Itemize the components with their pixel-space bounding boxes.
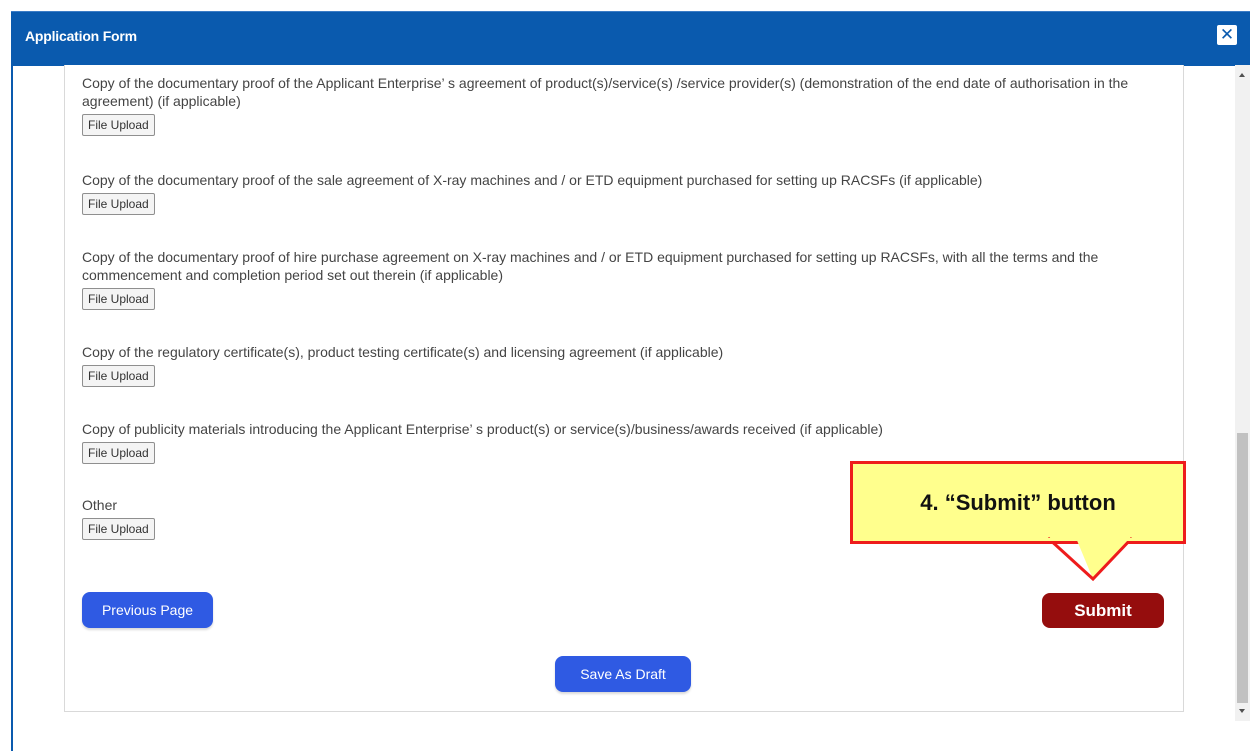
submit-callout: 4. “Submit” button xyxy=(850,461,1186,544)
submit-button[interactable]: Submit xyxy=(1042,593,1164,628)
doc-label: Copy of the documentary proof of hire pu… xyxy=(82,249,1099,283)
title-bar: Application Form ✕ xyxy=(11,11,1250,66)
save-as-draft-button[interactable]: Save As Draft xyxy=(555,656,691,692)
left-frame-edge xyxy=(11,65,13,751)
doc-item-agreement: Copy of the documentary proof of the App… xyxy=(82,74,1162,136)
doc-item-regulatory-certificate: Copy of the regulatory certificate(s), p… xyxy=(82,343,1162,387)
form-panel xyxy=(64,65,1184,712)
file-upload-button[interactable]: File Upload xyxy=(82,114,155,136)
doc-item-sale-agreement: Copy of the documentary proof of the sal… xyxy=(82,171,1162,215)
scroll-up-icon[interactable] xyxy=(1239,73,1245,77)
close-icon: ✕ xyxy=(1219,25,1235,45)
file-upload-button[interactable]: File Upload xyxy=(82,288,155,310)
callout-text: 4. “Submit” button xyxy=(920,490,1116,515)
file-upload-button[interactable]: File Upload xyxy=(82,365,155,387)
doc-label: Copy of the regulatory certificate(s), p… xyxy=(82,344,724,360)
file-upload-button[interactable]: File Upload xyxy=(82,193,155,215)
application-form-window: Application Form ✕ Copy of the documenta… xyxy=(0,0,1250,751)
file-upload-button[interactable]: File Upload xyxy=(82,518,155,540)
window-title: Application Form xyxy=(25,28,137,44)
close-button[interactable]: ✕ xyxy=(1217,25,1237,45)
doc-label: Copy of publicity materials introducing … xyxy=(82,421,883,437)
doc-label: Copy of the documentary proof of the sal… xyxy=(82,172,983,188)
scroll-down-icon[interactable] xyxy=(1239,709,1245,713)
doc-item-hire-purchase: Copy of the documentary proof of hire pu… xyxy=(82,248,1162,310)
doc-label: Copy of the documentary proof of the App… xyxy=(82,75,1129,109)
vertical-scrollbar[interactable] xyxy=(1235,65,1250,721)
previous-page-button[interactable]: Previous Page xyxy=(82,592,213,628)
doc-item-publicity-materials: Copy of publicity materials introducing … xyxy=(82,420,1162,464)
callout-pointer xyxy=(1040,536,1152,582)
file-upload-button[interactable]: File Upload xyxy=(82,442,155,464)
scrollbar-thumb[interactable] xyxy=(1237,433,1248,703)
